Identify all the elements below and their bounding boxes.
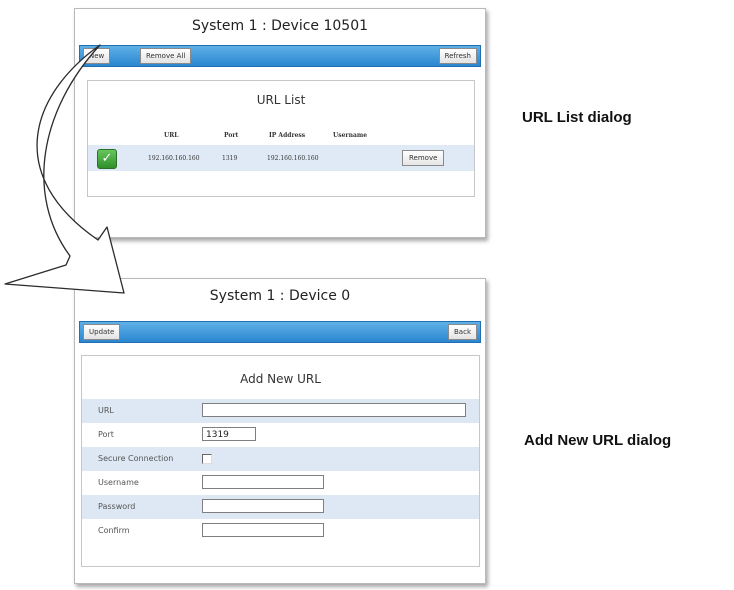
add-url-caption: Add New URL dialog (524, 432, 672, 449)
url-list-caption: URL List dialog (522, 109, 632, 126)
curved-arrow-icon (4, 44, 125, 294)
